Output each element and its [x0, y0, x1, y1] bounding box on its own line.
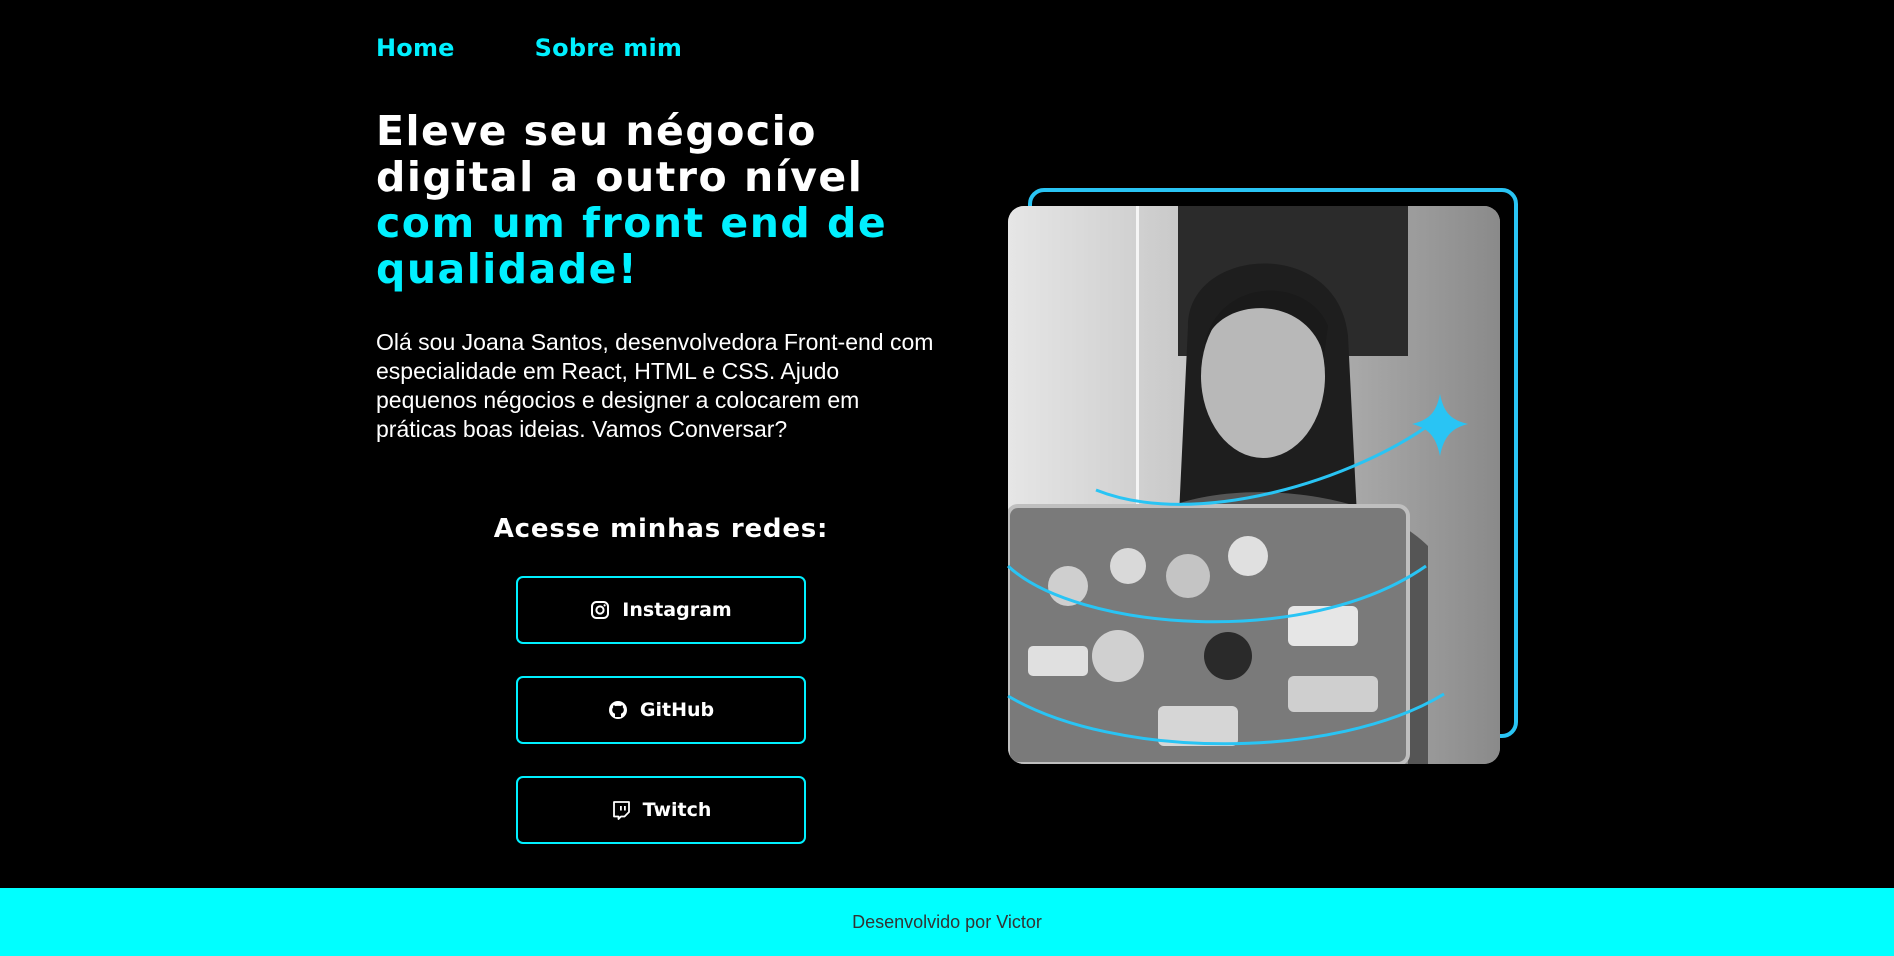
github-icon [608, 700, 628, 720]
profile-photo [1008, 206, 1500, 764]
nav-home-link[interactable]: Home [376, 34, 455, 62]
twitch-button[interactable]: Twitch [516, 776, 806, 844]
instagram-icon [590, 600, 610, 620]
nav-about-link[interactable]: Sobre mim [535, 34, 682, 62]
github-button[interactable]: GitHub [516, 676, 806, 744]
social-heading: Acesse minhas redes: [493, 514, 829, 544]
footer-credit: Desenvolvido por Victor [852, 911, 1042, 932]
hero-title-accent: com um front end de qualidade! [376, 199, 888, 293]
twitch-icon [611, 800, 631, 820]
hero-title-plain: Eleve seu négocio digital a outro nível [376, 107, 864, 201]
instagram-label: Instagram [622, 599, 732, 621]
twitch-label: Twitch [642, 799, 712, 821]
instagram-button[interactable]: Instagram [516, 576, 806, 644]
footer: Desenvolvido por Victor [0, 888, 1894, 956]
hero-title: Eleve seu négocio digital a outro nível … [376, 108, 976, 292]
main-nav: Home Sobre mim [376, 34, 682, 62]
github-label: GitHub [639, 699, 715, 721]
intro-text: Olá sou Joana Santos, desenvolvedora Fro… [376, 329, 934, 442]
